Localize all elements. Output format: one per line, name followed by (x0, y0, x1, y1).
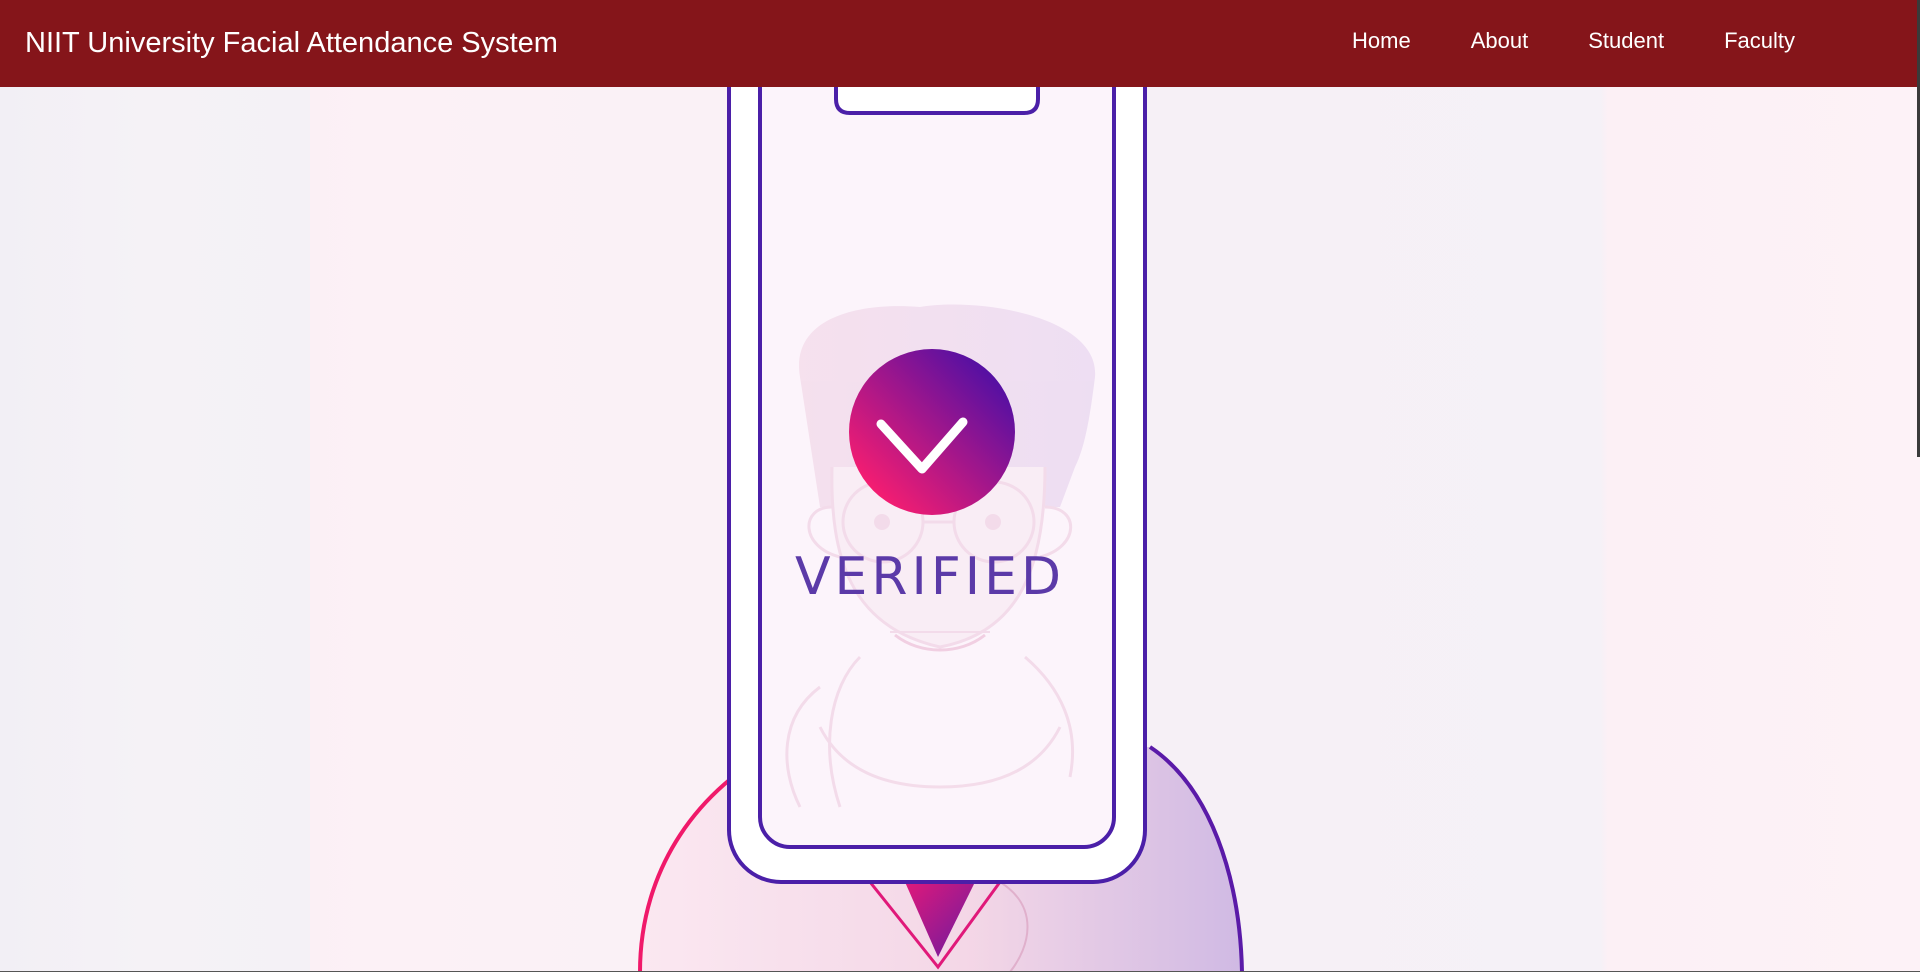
verified-phone-illustration: VERIFIED (638, 87, 1244, 972)
nav-home-link[interactable]: Home (1352, 27, 1411, 55)
nav-links: Home About Student Faculty (1292, 27, 1795, 55)
badge-circle (849, 349, 1015, 515)
verified-label: VERIFIED (795, 547, 1065, 607)
nav-about-link[interactable]: About (1471, 27, 1529, 55)
site-title[interactable]: NIIT University Facial Attendance System (25, 26, 558, 60)
nav-student-link[interactable]: Student (1588, 27, 1664, 55)
top-navbar: NIIT University Facial Attendance System… (0, 0, 1920, 87)
hero-illustration-area: VERIFIED (0, 87, 1920, 972)
nav-faculty-link[interactable]: Faculty (1724, 27, 1795, 55)
